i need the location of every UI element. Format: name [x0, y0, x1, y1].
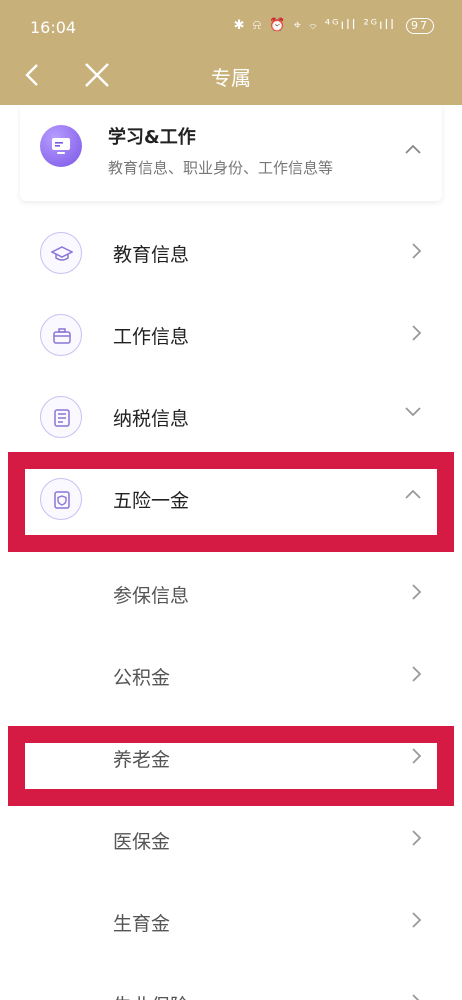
chevron-right-icon [412, 748, 422, 764]
signal-icons: ✱ ⍾ ⏰ ⌖ ⌔ ⁴ᴳıll ²ᴳıll [233, 18, 396, 33]
graduation-cap-icon [40, 232, 82, 274]
sub-item-label: 生育金 [113, 913, 171, 935]
chevron-right-icon [412, 325, 422, 341]
list-item-label: 纳税信息 [113, 408, 190, 430]
section-title: 学习&工作 [108, 127, 196, 148]
status-time: 16:04 [30, 18, 77, 37]
nav-bar: 专属 [0, 56, 462, 105]
chevron-right-icon [412, 666, 422, 682]
list-item-tax[interactable]: 纳税信息 [0, 376, 462, 458]
sub-item-label: 参保信息 [113, 585, 190, 607]
chevron-up-icon[interactable] [404, 143, 422, 155]
sub-item-unemployment[interactable]: 失业保险 [0, 963, 462, 1000]
battery-icon: 97 [406, 18, 434, 34]
sub-item-pension[interactable]: 养老金 [0, 717, 462, 799]
chevron-right-icon [412, 912, 422, 928]
monitor-icon [40, 125, 82, 167]
chevron-up-icon [405, 489, 421, 499]
sub-item-label: 医保金 [113, 831, 171, 853]
list-item-label: 教育信息 [113, 244, 190, 266]
section-card-study-work[interactable]: 学习&工作 教育信息、职业身份、工作信息等 [20, 105, 442, 201]
sub-item-label: 公积金 [113, 667, 171, 689]
list-item-label: 工作信息 [113, 326, 190, 348]
sub-item-label: 失业保险 [113, 991, 189, 1000]
chevron-right-icon [412, 584, 422, 600]
briefcase-icon [40, 314, 82, 356]
app-header: 16:04 ✱ ⍾ ⏰ ⌖ ⌔ ⁴ᴳıll ²ᴳıll 97 专属 [0, 0, 462, 105]
sub-item-label: 养老金 [113, 749, 171, 771]
status-bar: 16:04 ✱ ⍾ ⏰ ⌖ ⌔ ⁴ᴳıll ²ᴳıll 97 [0, 0, 462, 56]
chevron-right-icon [412, 994, 420, 1000]
sub-item-maternity[interactable]: 生育金 [0, 881, 462, 963]
section-subtitle: 教育信息、职业身份、工作信息等 [108, 159, 334, 177]
list-item-social-insurance[interactable]: 五险一金 [0, 458, 462, 540]
list-item-education[interactable]: 教育信息 [0, 212, 462, 294]
chevron-right-icon [412, 243, 422, 259]
sub-item-insurance-info[interactable]: 参保信息 [0, 553, 462, 635]
list-item-label: 五险一金 [113, 490, 190, 512]
status-icons: ✱ ⍾ ⏰ ⌖ ⌔ ⁴ᴳıll ²ᴳıll 97 [234, 18, 434, 34]
content-panel: 学习&工作 教育信息、职业身份、工作信息等 教育信息 工作信息 纳税信息 五险一… [0, 105, 462, 1000]
sub-item-medical[interactable]: 医保金 [0, 799, 462, 881]
shield-document-icon [40, 478, 82, 520]
list-item-work[interactable]: 工作信息 [0, 294, 462, 376]
sub-item-housing-fund[interactable]: 公积金 [0, 635, 462, 717]
page-title: 专属 [211, 66, 251, 90]
chevron-right-icon [412, 830, 422, 846]
tax-icon [40, 396, 82, 438]
chevron-down-icon [405, 407, 421, 417]
